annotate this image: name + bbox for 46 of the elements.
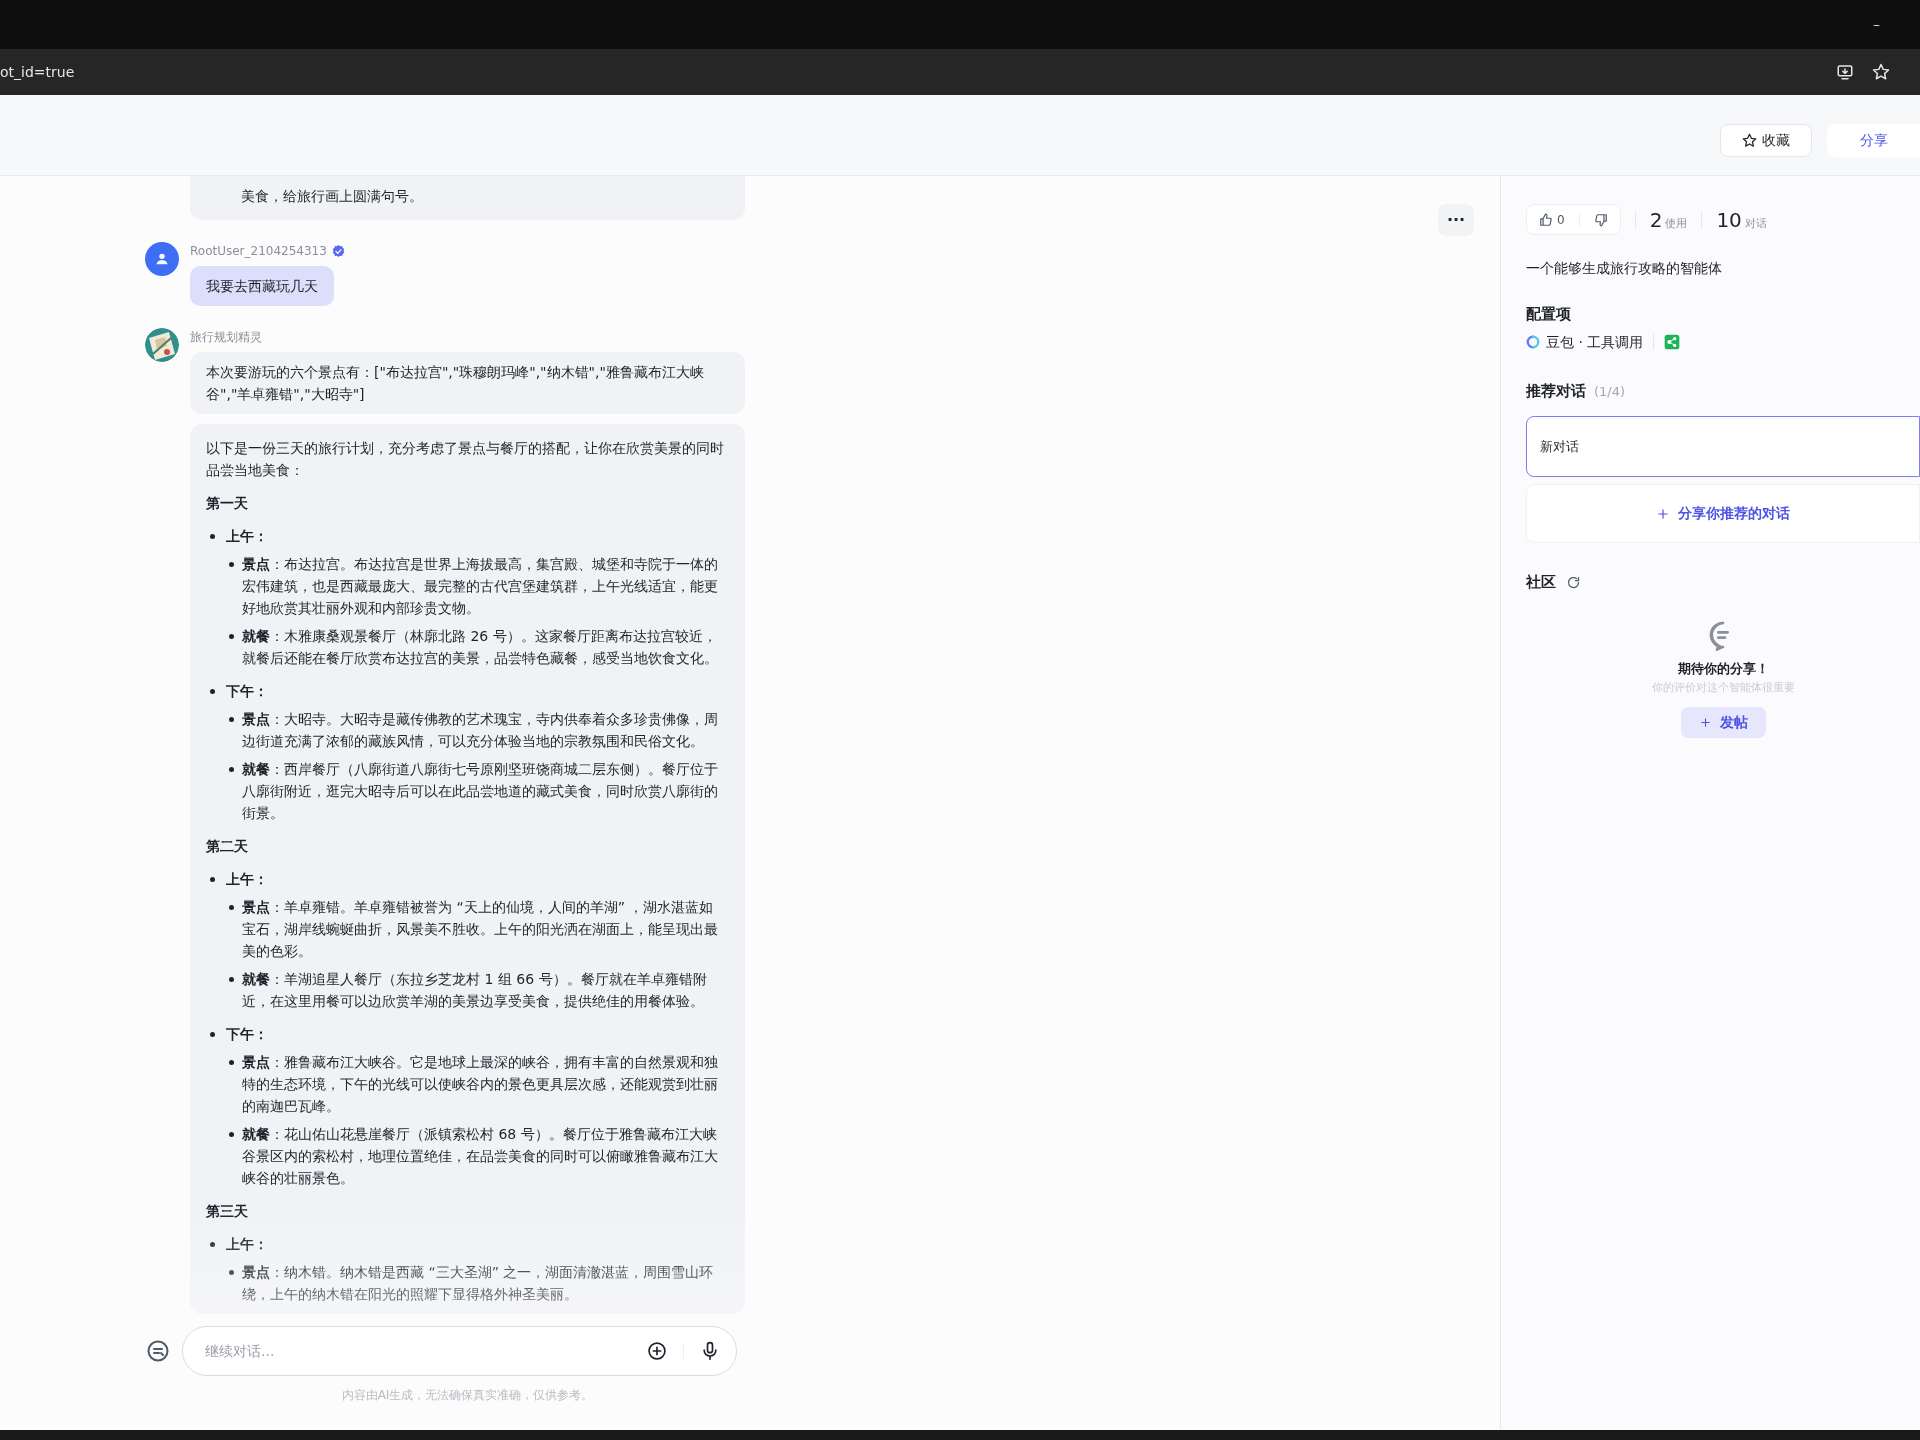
section-title: 配置项 [1526, 304, 1572, 325]
section-title: 推荐对话 [1526, 380, 1586, 402]
share-conversation-button[interactable]: 分享你推荐的对话 [1526, 484, 1920, 543]
plan-item-text: 就餐：西岸餐厅（八廓街道八廓街七号原刚坚班饶商城二层东侧）。餐厅位于八廓街附近，逛完大昭寺后可以在此品尝地道的藏式美食，同时欣赏八廓街的街景。 [242, 760, 719, 823]
day-heading: 第二天 [206, 837, 249, 856]
bot-description: 一个能够生成旅行攻略的智能体 [1526, 259, 1723, 278]
recommend-count: (1/4) [1594, 382, 1626, 401]
plan-item-text: 景点：纳木错。纳木错是西藏 “三大圣湖” 之一，湖面清澈湛蓝，周围雪山环绕，上午的纳木错在阳光的照耀下显得格外神圣美丽。 [242, 1263, 715, 1304]
plan-item-text: 景点：大昭寺。大昭寺是藏传佛教的艺术瑰宝，寺内供奉着众多珍贵佛像，周边街道充满了浓郁的藏族风情，可以充分体验当地的宗教氛围和民俗文化。 [242, 710, 719, 751]
plan-item-text: 景点：雅鲁藏布江大峡谷。它是地球上最深的峡谷，拥有丰富的自然景观和独特的生态环境，下午的光线可以使峡谷内的景色更具层次感，还能观赏到壮丽的南迦巴瓦峰。 [242, 1053, 719, 1116]
period-label: 上午： [226, 870, 268, 889]
like-count: 0 [1557, 211, 1565, 229]
plan-item-text: 就餐：花山佑山花悬崖餐厅（派镇索松村 68 号）。餐厅位于雅鲁藏布江大峡谷景区内的索松村，地理位置绝佳，在品尝美食的同时可以俯瞰雅鲁藏布江大峡谷的壮丽景色。 [242, 1125, 719, 1188]
recommended-conversation[interactable]: 新对话 [1526, 416, 1920, 477]
day-heading: 第一天 [206, 494, 249, 513]
model-config-text: 豆包 · 工具调用 [1546, 332, 1644, 352]
period-label: 下午： [226, 682, 268, 701]
message-text: 美食，给旅行画上圆满句号。 [240, 187, 424, 206]
period-label: 上午： [226, 1235, 268, 1254]
post-button[interactable]: 发帖 [1680, 706, 1766, 738]
favorite-button[interactable]: 收藏 [1720, 123, 1812, 157]
chat-input-field[interactable]: 继续对话... [205, 1340, 637, 1362]
plan-item-text: 就餐：羊湖追星人餐厅（东拉乡芝龙村 1 组 66 号）。餐厅就在羊卓雍错附近，在这里用餐可以边欣赏羊湖的美景边享受美食，提供绝佳的用餐体验。 [242, 970, 708, 1011]
plan-item-text: 景点：布达拉宫。布达拉宫是世界上海拔最高，集宫殿、城堡和寺院于一体的宏伟建筑，也是西藏最庞大、最完整的古代宫堡建筑群，上午光线适宜，能更好地欣赏其壮丽外观和内部珍贵文物。 [242, 555, 719, 618]
more-button[interactable]: ··· [1438, 204, 1474, 236]
disclaimer-text: 内容由AI生成，无法确保真实准确，仅供参考。 [341, 1387, 594, 1404]
address-text[interactable]: ot_id=true [0, 61, 75, 83]
empty-title: 期待你的分享！ [1677, 659, 1769, 678]
section-title: 社区 [1526, 572, 1556, 593]
share-button[interactable]: 分享 [1827, 123, 1920, 157]
minimize-button[interactable]: – [1873, 14, 1880, 35]
period-label: 下午： [226, 1025, 268, 1044]
stat-label: 对话 [1744, 215, 1767, 232]
stat-label: 使用 [1665, 215, 1688, 232]
stat-value: 10 [1716, 206, 1742, 234]
chat-input-bar[interactable]: 继续对话... [182, 1326, 737, 1376]
day-heading: 第三天 [206, 1202, 249, 1221]
stat-value: 2 [1649, 206, 1663, 234]
period-label: 上午： [226, 527, 268, 546]
plan-item-text: 就餐：木雅康桑观景餐厅（林廓北路 26 号）。这家餐厅距离布达拉宫较近，就餐后还能在餐厅欣赏布达拉宫的美景，品尝特色藏餐，感受当地饮食文化。 [242, 627, 719, 668]
sender-name: 旅行规划精灵 [190, 329, 262, 346]
sender-name: RootUser_2104254313 [190, 243, 327, 260]
plan-item-text: 景点：羊卓雍错。羊卓雍错被誉为 “天上的仙境，人间的羊湖” ，湖水湛蓝如宝石，湖岸线蜿蜒曲折，风景美不胜收。上午的阳光洒在湖面上，能呈现出最美的色彩。 [242, 898, 719, 961]
message-text: 我要去西藏玩几天 [206, 277, 318, 296]
message-text: 以下是一份三天的旅行计划，充分考虑了景点与餐厅的搭配，让你在欣赏美景的同时品尝当地美食： [206, 439, 725, 480]
message-text: 本次要游玩的六个景点有：["布达拉宫","珠穆朗玛峰","纳木错","雅鲁藏布江大峡谷","羊卓雍错","大昭寺"] [206, 363, 705, 404]
